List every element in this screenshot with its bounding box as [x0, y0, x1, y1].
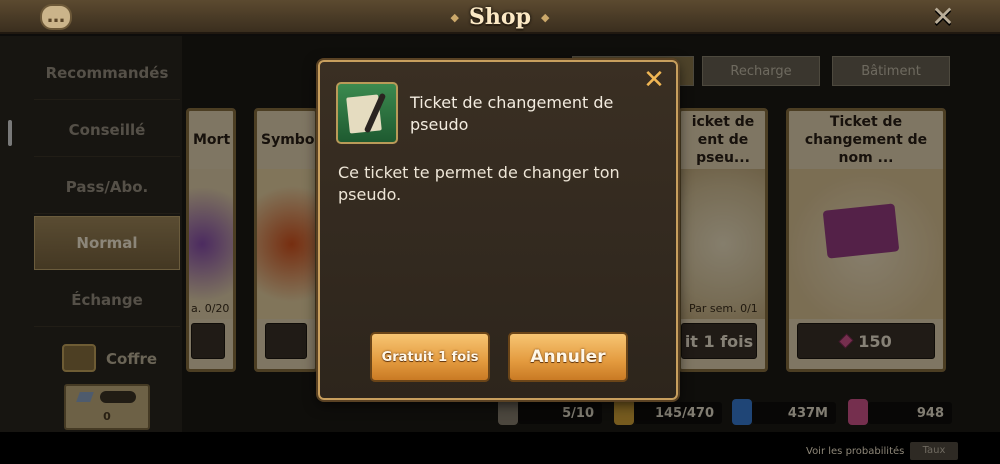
diamond-ornament-icon: ◆ [450, 10, 460, 24]
free-use-button[interactable]: Gratuit 1 fois [370, 332, 490, 382]
ticket-item-icon [336, 82, 398, 144]
chat-bubble-icon[interactable]: … [40, 4, 72, 30]
rate-button[interactable]: Taux [910, 442, 958, 460]
close-shop-button[interactable]: ✕ [928, 2, 958, 32]
cancel-button[interactable]: Annuler [508, 332, 628, 382]
diamond-ornament-icon: ◆ [540, 10, 550, 24]
close-dialog-button[interactable]: ✕ [640, 66, 668, 94]
shop-title-wrap: ◆ Shop ◆ [436, 2, 564, 32]
page-title: Shop [469, 4, 531, 30]
dialog-title: Ticket de changement de pseudo [410, 93, 614, 134]
probability-link[interactable]: Voir les probabilités [806, 446, 904, 457]
dialog-description: Ce ticket te permet de changer ton pseud… [338, 163, 620, 204]
